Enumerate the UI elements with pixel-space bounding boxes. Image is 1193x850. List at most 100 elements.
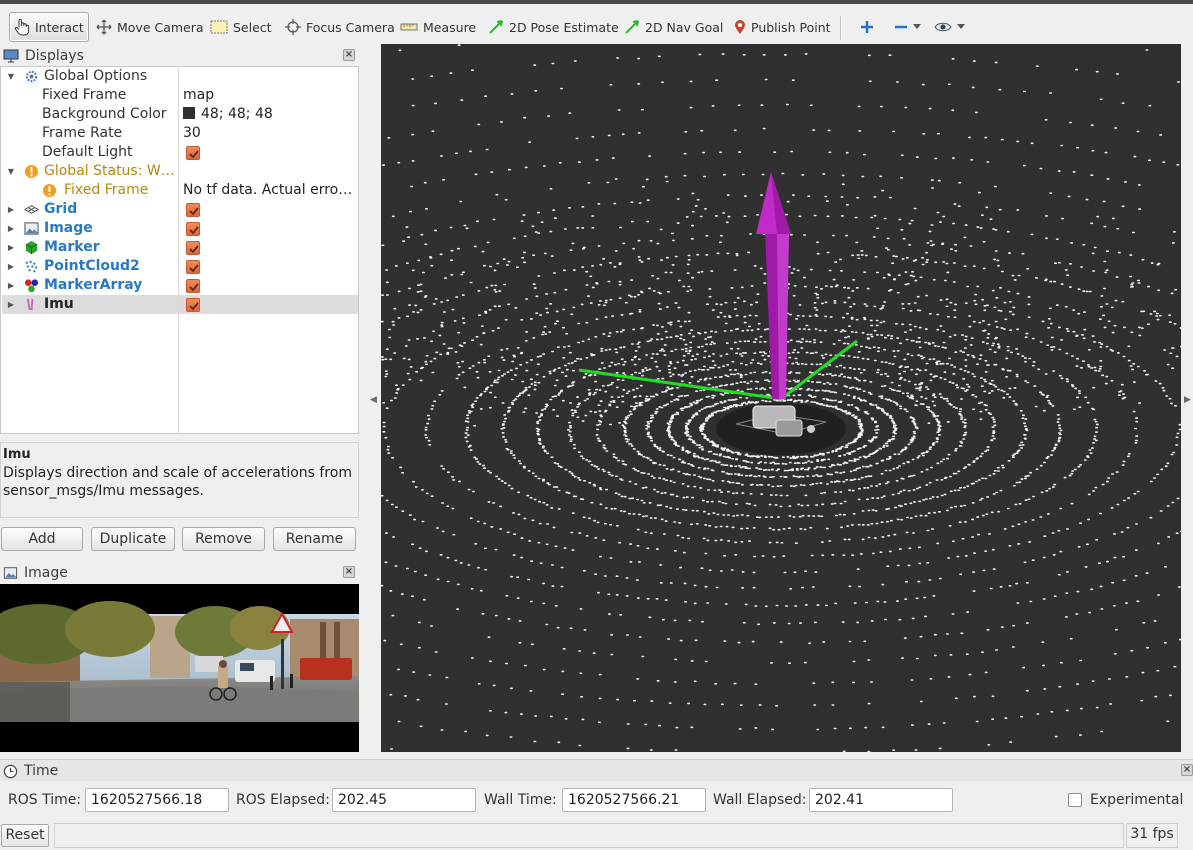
tree-row-image[interactable]: ▶ Image xyxy=(2,219,358,238)
cube-icon xyxy=(25,240,38,255)
remove-display-button[interactable]: Remove xyxy=(182,527,265,551)
pointcloud2-enabled-checkbox[interactable] xyxy=(186,260,200,274)
description-title: Imu xyxy=(3,447,31,462)
pose-estimate-tool-button[interactable]: 2D Pose Estimate xyxy=(484,12,623,42)
tree-row-global-options[interactable]: ▼ Global Options xyxy=(2,67,358,86)
column-divider[interactable] xyxy=(178,66,179,434)
expand-arrow-icon[interactable]: ▶ xyxy=(6,219,16,238)
select-tool-button[interactable]: Select xyxy=(206,12,276,42)
focus-camera-tool-button[interactable]: Focus Camera xyxy=(281,12,399,42)
tree-row-markerarray[interactable]: ▶ MarkerArray xyxy=(2,276,358,295)
ros-elapsed-label: ROS Elapsed: xyxy=(236,792,330,808)
tree-row-imu[interactable]: ▶ Imu xyxy=(2,295,358,314)
publish-point-tool-label: Publish Point xyxy=(751,19,831,35)
tree-row-background-color[interactable]: Background Color 48; 48; 48 xyxy=(2,105,358,124)
background-color-value[interactable]: 48; 48; 48 xyxy=(183,105,358,124)
clock-icon xyxy=(3,764,18,778)
fixed-frame-value[interactable]: map xyxy=(183,86,358,105)
ros-time-field[interactable]: 1620527566.18 xyxy=(85,788,229,812)
close-icon[interactable]: × xyxy=(343,566,355,578)
interact-tool-button[interactable]: Interact xyxy=(9,12,89,42)
default-light-checkbox[interactable] xyxy=(186,146,200,160)
eye-icon xyxy=(934,22,952,32)
display-description-panel: Imu Displays direction and scale of acce… xyxy=(0,442,359,518)
tree-row-label: Imu xyxy=(44,296,74,312)
frame-rate-value[interactable]: 30 xyxy=(183,124,358,143)
expand-arrow-icon[interactable]: ▶ xyxy=(6,200,16,219)
ruler-icon xyxy=(400,23,418,31)
green-arrow-icon xyxy=(489,20,503,34)
expand-arrow-icon[interactable]: ▶ xyxy=(6,276,16,295)
tree-row-grid[interactable]: ▶ Grid xyxy=(2,200,358,219)
expand-arrow-icon[interactable]: ▶ xyxy=(6,257,16,276)
tree-row-label: Fixed Frame xyxy=(42,87,127,103)
displays-title: Displays xyxy=(25,48,84,64)
tree-row-label: Global Status: W… xyxy=(44,163,174,179)
warning-icon xyxy=(24,164,39,179)
image-enabled-checkbox[interactable] xyxy=(186,222,200,236)
ros-elapsed-field[interactable]: 202.45 xyxy=(332,788,476,812)
fixed-frame-status-value: No tf data. Actual erro… xyxy=(183,182,353,198)
tree-row-fixed-frame[interactable]: Fixed Frame map xyxy=(2,86,358,105)
duplicate-display-button[interactable]: Duplicate xyxy=(91,527,175,551)
tree-row-frame-rate[interactable]: Frame Rate 30 xyxy=(2,124,358,143)
nav-goal-tool-label: 2D Nav Goal xyxy=(645,19,724,35)
tree-row-global-status[interactable]: ▼ Global Status: W… xyxy=(2,162,358,181)
add-tool-button[interactable] xyxy=(856,12,878,42)
camera-image-view xyxy=(0,584,359,752)
plus-icon xyxy=(861,21,873,33)
markerarray-enabled-checkbox[interactable] xyxy=(186,279,200,293)
add-display-button[interactable]: Add xyxy=(1,527,83,551)
rename-display-button[interactable]: Rename xyxy=(273,527,356,551)
render-3d-view[interactable] xyxy=(381,44,1181,752)
close-icon[interactable]: × xyxy=(343,49,355,61)
image-panel-title: Image xyxy=(24,565,68,581)
measure-tool-button[interactable]: Measure xyxy=(396,12,480,42)
tree-row-label: Default Light xyxy=(42,144,133,160)
right-dock-handle[interactable]: ▶ xyxy=(1184,395,1191,405)
time-panel-header: Time × xyxy=(0,759,1193,781)
gear-icon xyxy=(25,70,38,83)
wall-time-field[interactable]: 1620527566.21 xyxy=(562,788,706,812)
tree-row-default-light[interactable]: Default Light xyxy=(2,143,358,162)
main-toolbar: Interact Move Camera Select Focus Camera… xyxy=(0,0,1193,46)
tree-row-pointcloud2[interactable]: ▶ PointCloud2 xyxy=(2,257,358,276)
expand-arrow-icon[interactable]: ▼ xyxy=(6,67,16,86)
tree-row-label: PointCloud2 xyxy=(44,258,140,274)
marker-enabled-checkbox[interactable] xyxy=(186,241,200,255)
wall-time-label: Wall Time: xyxy=(484,792,557,808)
expand-arrow-icon[interactable]: ▶ xyxy=(6,238,16,257)
left-dock-handle[interactable]: ◀ xyxy=(370,395,377,405)
pose-estimate-tool-label: 2D Pose Estimate xyxy=(509,19,619,35)
move-arrows-icon xyxy=(96,19,112,35)
point-cloud-scene[interactable] xyxy=(381,44,1181,752)
point-cloud-icon xyxy=(25,260,38,273)
tree-row-fixed-frame-status[interactable]: Fixed Frame No tf data. Actual erro… xyxy=(2,181,358,200)
imu-enabled-checkbox[interactable] xyxy=(186,298,200,312)
chevron-down-icon xyxy=(957,24,965,29)
expand-arrow-icon[interactable]: ▶ xyxy=(6,295,16,314)
time-panel-title: Time xyxy=(24,763,59,779)
expand-arrow-icon[interactable]: ▼ xyxy=(6,162,16,181)
grid-icon xyxy=(24,205,39,214)
checkmark-icon xyxy=(189,264,199,273)
tree-row-label: Image xyxy=(44,220,93,236)
move-camera-tool-button[interactable]: Move Camera xyxy=(92,12,208,42)
close-icon[interactable]: × xyxy=(1181,764,1193,776)
experimental-checkbox[interactable] xyxy=(1068,793,1082,807)
tree-row-label: Marker xyxy=(44,239,100,255)
grid-enabled-checkbox[interactable] xyxy=(186,203,200,217)
tree-row-label: Background Color xyxy=(42,106,167,122)
remove-tool-button[interactable] xyxy=(890,12,925,42)
tree-row-marker[interactable]: ▶ Marker xyxy=(2,238,358,257)
publish-point-tool-button[interactable]: Publish Point xyxy=(730,12,835,42)
tree-row-label: Grid xyxy=(44,201,78,217)
imu-icon xyxy=(26,298,34,311)
green-arrow-icon xyxy=(625,20,639,34)
tree-row-label: Global Options xyxy=(44,68,148,84)
wall-elapsed-field[interactable]: 202.41 xyxy=(809,788,953,812)
reset-button[interactable]: Reset xyxy=(1,824,49,847)
measure-tool-label: Measure xyxy=(423,19,477,35)
view-options-button[interactable] xyxy=(930,12,969,42)
nav-goal-tool-button[interactable]: 2D Nav Goal xyxy=(620,12,727,42)
